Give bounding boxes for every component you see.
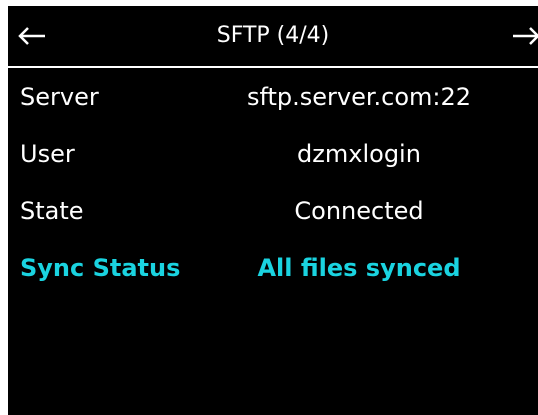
- sync-status-label: Sync Status: [20, 254, 181, 282]
- state-row: State Connected: [8, 182, 538, 239]
- header-bar: SFTP (4/4): [8, 6, 538, 66]
- arrow-right-icon: [513, 27, 538, 45]
- user-row: User dzmxlogin: [8, 125, 538, 182]
- user-label: User: [20, 140, 75, 168]
- server-row: Server sftp.server.com:22: [8, 68, 538, 125]
- state-value: Connected: [294, 197, 424, 225]
- state-label: State: [20, 197, 84, 225]
- next-page-button[interactable]: [506, 16, 538, 56]
- device-screen: SFTP (4/4) Server sftp.server.com:22 Use…: [8, 6, 538, 415]
- server-label: Server: [20, 83, 99, 111]
- server-value: sftp.server.com:22: [246, 83, 472, 111]
- user-value: dzmxlogin: [297, 140, 421, 168]
- sync-status-value: All files synced: [257, 254, 461, 282]
- sftp-info-list: Server sftp.server.com:22 User dzmxlogin…: [8, 68, 538, 296]
- sync-status-row[interactable]: Sync Status All files synced: [8, 239, 538, 296]
- page-title: SFTP (4/4): [216, 23, 330, 48]
